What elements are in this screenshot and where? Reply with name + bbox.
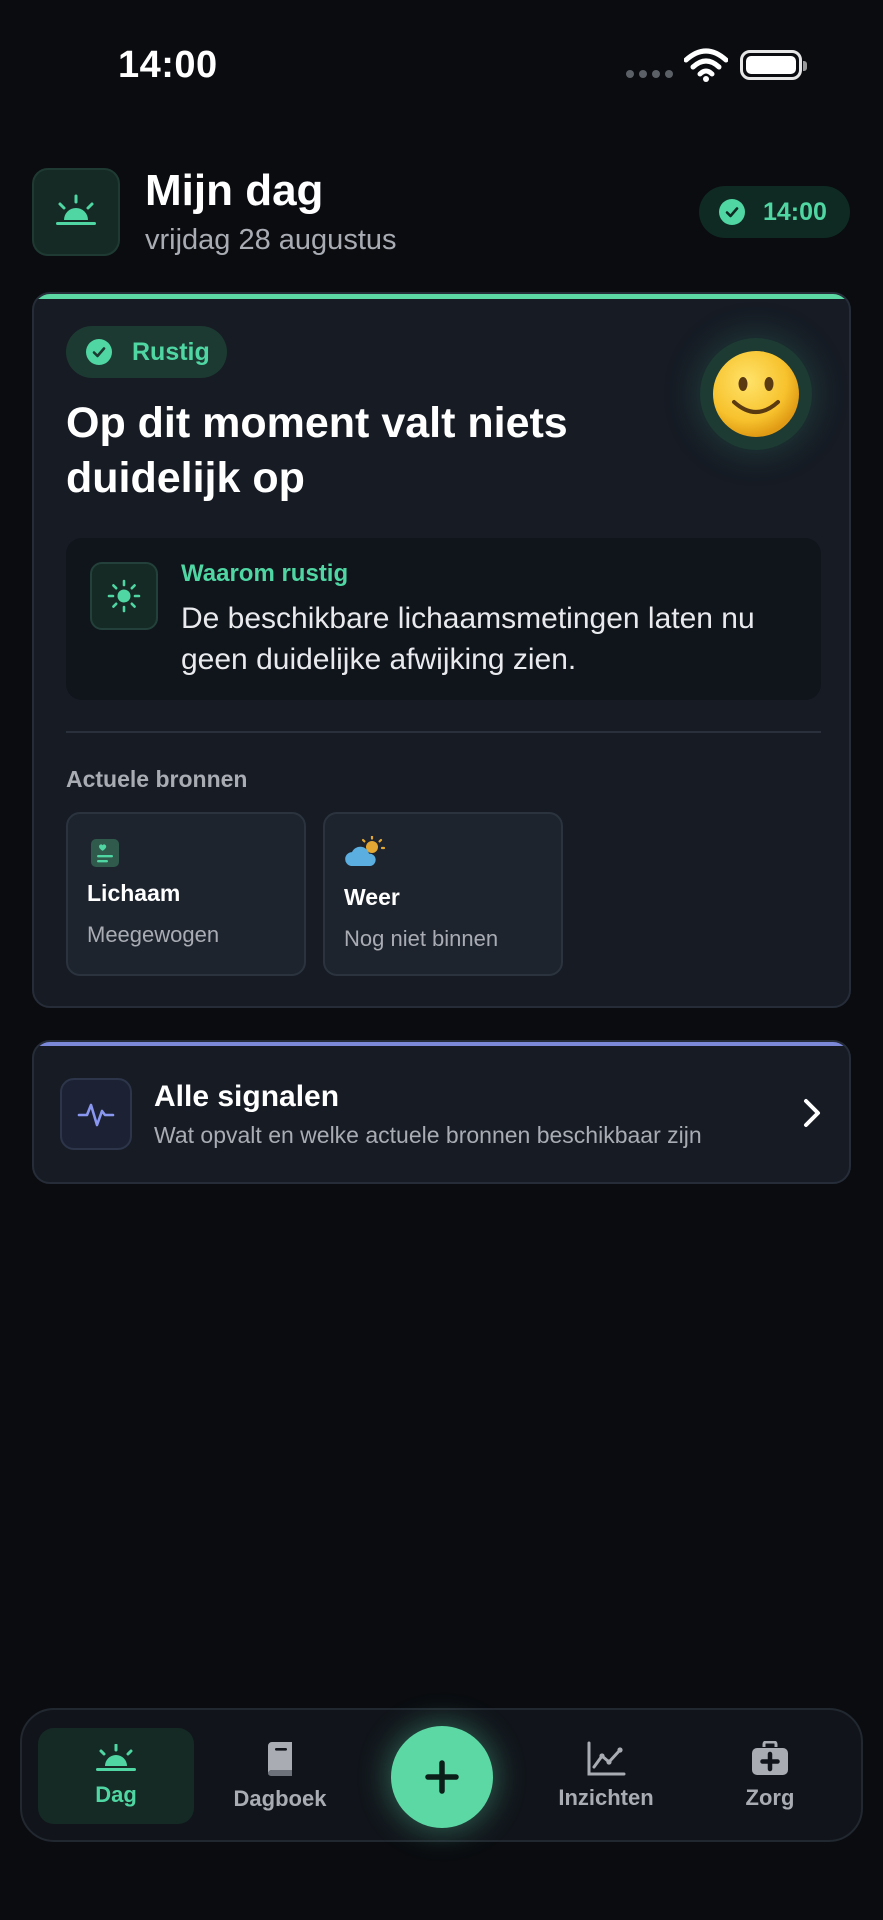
source-card-lichaam[interactable]: Lichaam Meegewogen bbox=[66, 812, 306, 976]
bottom-navigation: Dag Dagboek Inzichten Zorg bbox=[20, 1708, 863, 1842]
plus-icon bbox=[425, 1760, 459, 1794]
status-badge-label: Rustig bbox=[132, 337, 210, 366]
nav-tab-zorg[interactable]: Zorg bbox=[692, 1728, 848, 1824]
explanation-text: De beschikbare lichaamsmetingen laten nu… bbox=[181, 602, 755, 676]
wifi-icon bbox=[684, 48, 728, 82]
cloud-sun-icon bbox=[345, 836, 386, 866]
all-signals-card[interactable]: Alle signalen Wat opvalt en welke actuel… bbox=[32, 1040, 851, 1184]
medical-kit-icon bbox=[752, 1741, 788, 1775]
sources-label: Actuele bronnen bbox=[66, 766, 248, 792]
status-card: Rustig Op dit moment valt niets duidelij… bbox=[32, 292, 851, 1008]
page-title: Mijn dag bbox=[145, 166, 324, 215]
chevron-right-icon bbox=[804, 1099, 820, 1127]
heart-note-icon bbox=[91, 839, 119, 867]
nav-tab-dag[interactable]: Dag bbox=[38, 1728, 194, 1824]
signals-card-accent bbox=[34, 1042, 849, 1046]
page-date: vrijdag 28 augustus bbox=[145, 224, 397, 256]
pulse-icon bbox=[60, 1078, 132, 1150]
mood-emoji bbox=[700, 338, 812, 450]
source-card-weer[interactable]: Weer Nog niet binnen bbox=[323, 812, 563, 976]
nav-tab-label: Zorg bbox=[745, 1785, 795, 1810]
status-headline: Op dit moment valt niets duidelijk op bbox=[66, 399, 568, 502]
nav-tab-label: Dagboek bbox=[233, 1786, 327, 1811]
nav-tab-inzichten[interactable]: Inzichten bbox=[528, 1728, 684, 1824]
nav-tab-dagboek[interactable]: Dagboek bbox=[202, 1728, 358, 1824]
signal-icon bbox=[626, 70, 673, 78]
source-status: Meegewogen bbox=[87, 922, 220, 947]
divider bbox=[66, 731, 821, 733]
battery-icon bbox=[740, 50, 807, 80]
status-bar: 14:00 bbox=[0, 0, 883, 120]
add-entry-button[interactable] bbox=[391, 1726, 493, 1828]
sunrise-icon bbox=[32, 168, 120, 256]
book-icon bbox=[268, 1742, 292, 1777]
source-title: Lichaam bbox=[87, 880, 181, 906]
nav-tab-label: Dag bbox=[95, 1782, 137, 1807]
time-badge-label: 14:00 bbox=[763, 197, 827, 226]
check-icon bbox=[86, 339, 112, 365]
signals-subtitle: Wat opvalt en welke actuele bronnen besc… bbox=[154, 1122, 702, 1148]
explanation-box: Waarom rustig De beschikbare lichaamsmet… bbox=[66, 538, 821, 700]
explanation-title: Waarom rustig bbox=[181, 560, 349, 587]
time-badge: 14:00 bbox=[699, 186, 850, 238]
status-card-accent bbox=[34, 294, 849, 299]
source-status: Nog niet binnen bbox=[344, 926, 499, 951]
nav-tab-label: Inzichten bbox=[558, 1785, 654, 1810]
status-badge: Rustig bbox=[66, 326, 227, 378]
sun-icon bbox=[90, 562, 158, 630]
sunrise-icon bbox=[96, 1744, 136, 1771]
source-title: Weer bbox=[344, 884, 400, 910]
chart-icon bbox=[587, 1741, 626, 1776]
check-icon bbox=[719, 199, 745, 225]
status-bar-time: 14:00 bbox=[118, 44, 218, 86]
signals-title: Alle signalen bbox=[154, 1080, 340, 1113]
smiley-icon bbox=[713, 351, 799, 437]
